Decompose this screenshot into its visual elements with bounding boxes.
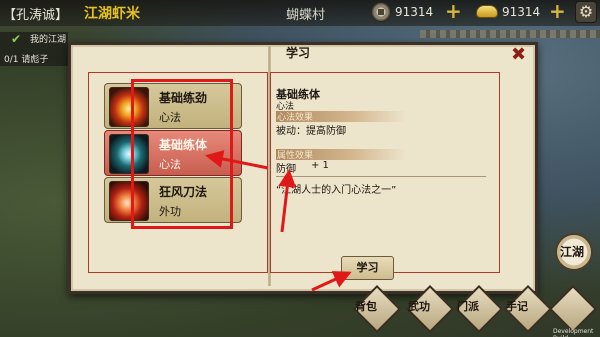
add-coins-button[interactable]: + xyxy=(445,1,462,21)
divider xyxy=(276,176,486,177)
tutorial-highlight-box xyxy=(131,79,233,229)
attr-value: + 1 xyxy=(311,160,329,171)
menu-notes-label: 手记 xyxy=(506,300,528,313)
close-icon[interactable]: ✖ xyxy=(511,46,526,64)
coin-amount: 91314 xyxy=(395,5,434,19)
location-name: 蝴蝶村 xyxy=(286,8,326,23)
add-ingots-button[interactable]: + xyxy=(549,1,566,21)
quest-title: 我的江湖 xyxy=(30,35,67,45)
player-title: 江湖虾米 xyxy=(84,6,140,22)
jianghu-label: 江湖 xyxy=(560,245,585,259)
effect-text: 被动：提高防御 xyxy=(276,126,346,137)
dev-build-label: Development Build xyxy=(553,328,594,337)
attr-name: 防御 xyxy=(276,164,296,175)
gold-ingot-icon xyxy=(476,5,498,18)
ingot-amount: 91314 xyxy=(502,5,541,19)
copper-coin-icon xyxy=(371,2,391,22)
skill-detail-frame xyxy=(270,72,500,273)
settings-gear-icon[interactable]: ⚙ xyxy=(575,1,597,23)
quest-progress: 0/1 请彪子 xyxy=(4,55,49,65)
learn-button[interactable]: 学习 xyxy=(341,256,394,280)
menu-martial-arts-label: 武功 xyxy=(408,300,430,313)
fence-decoration xyxy=(420,30,600,38)
menu-sect-label: 门派 xyxy=(457,300,479,313)
menu-backpack-label: 背包 xyxy=(355,300,377,313)
skill-quote: “江湖人士的入门心法之一” xyxy=(276,185,397,196)
player-name[interactable]: 【孔涛诚】 xyxy=(3,4,68,23)
check-icon: ✔ xyxy=(11,32,22,46)
dialog-title: 学习 xyxy=(285,46,310,60)
